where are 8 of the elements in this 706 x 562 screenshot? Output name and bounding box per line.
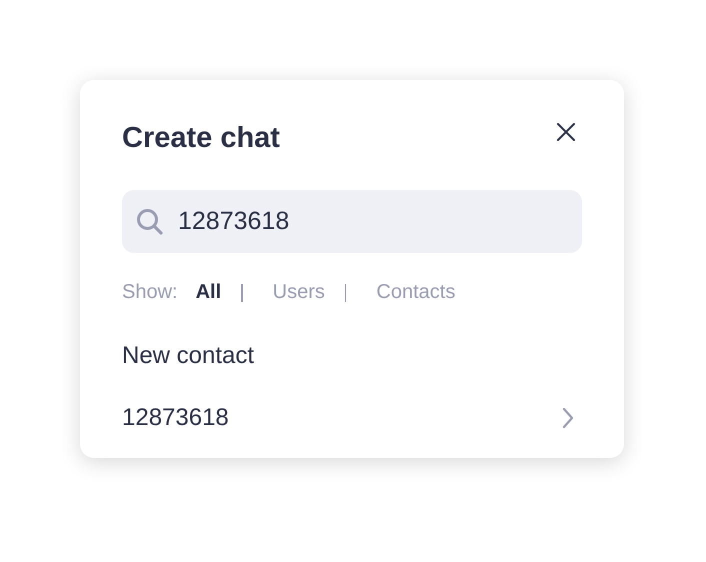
dialog-title: Create chat [122, 122, 280, 154]
filter-option[interactable]: All [196, 281, 222, 304]
chevron-right-icon [562, 407, 574, 429]
search-field[interactable]: 12873618 [122, 190, 582, 253]
section-title: New contact [122, 342, 256, 370]
result-row[interactable]: 12873618 [122, 404, 582, 432]
close-icon[interactable] [556, 122, 576, 142]
filter-label: Show: [122, 281, 178, 304]
